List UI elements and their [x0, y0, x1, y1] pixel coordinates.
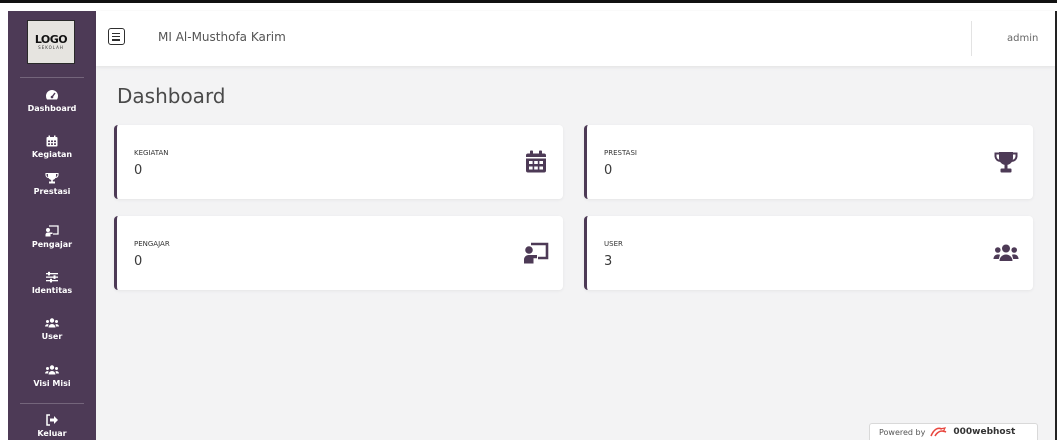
- sidebar-item-user[interactable]: User: [8, 317, 96, 353]
- stat-card-user: USER 3: [584, 216, 1033, 290]
- sidebar-item-label: Dashboard: [27, 104, 77, 113]
- powered-by-brand: 000webhost: [953, 427, 1016, 437]
- page-title: Dashboard: [117, 84, 226, 108]
- sidebar-item-dashboard[interactable]: Dashboard: [8, 89, 96, 125]
- card-value: 3: [604, 254, 613, 269]
- trophy-icon: [45, 172, 59, 184]
- users-icon: [45, 365, 59, 375]
- powered-by-badge[interactable]: Powered by 000webhost: [869, 423, 1038, 440]
- webhost-logo-icon: [930, 427, 947, 437]
- sidebar-item-kegiatan[interactable]: Kegiatan: [8, 135, 96, 171]
- sidebar-item-label: Visi Misi: [33, 379, 71, 388]
- sidebar-item-label: Pengajar: [31, 240, 73, 249]
- sliders-icon: [46, 271, 58, 283]
- sidebar-item-label: User: [41, 332, 63, 341]
- trophy-icon: [994, 152, 1018, 173]
- sign-out-icon: [46, 414, 58, 426]
- sidebar-item-prestasi[interactable]: Prestasi: [8, 172, 96, 208]
- logo-subtext: SEKOLAH: [38, 44, 64, 50]
- users-icon: [45, 318, 59, 328]
- card-label: KEGIATAN: [134, 149, 169, 157]
- card-value: 0: [604, 163, 613, 178]
- sidebar-item-identitas[interactable]: Identitas: [8, 271, 96, 307]
- chalkboard-teacher-icon: [524, 242, 549, 264]
- site-title: MI Al-Musthofa Karim: [158, 30, 286, 44]
- topbar-divider: [971, 21, 972, 56]
- sidebar-item-label: Keluar: [37, 429, 67, 438]
- sidebar-toggle-button[interactable]: [108, 28, 125, 45]
- main-content: Dashboard KEGIATAN 0 PRESTASI 0 PENGAJAR…: [96, 66, 1055, 440]
- stat-card-prestasi: PRESTASI 0: [584, 125, 1033, 199]
- sidebar-divider: [20, 77, 84, 78]
- sidebar-item-visi-misi[interactable]: Visi Misi: [8, 364, 96, 400]
- card-value: 0: [134, 163, 143, 178]
- calendar-icon: [526, 150, 546, 173]
- top-frame-line: [0, 0, 1057, 3]
- card-label: USER: [604, 240, 623, 248]
- logo[interactable]: LOGO SEKOLAH: [27, 20, 75, 64]
- sidebar-item-label: Identitas: [31, 286, 73, 295]
- sidebar: LOGO SEKOLAH Dashboard Kegiatan Prestasi…: [8, 11, 96, 440]
- sidebar-item-pengajar[interactable]: Pengajar: [8, 225, 96, 261]
- stat-card-kegiatan: KEGIATAN 0: [114, 125, 563, 199]
- card-label: PENGAJAR: [134, 240, 170, 248]
- calendar-icon: [46, 135, 58, 147]
- chalkboard-teacher-icon: [45, 225, 59, 237]
- powered-by-text: Powered by: [879, 427, 926, 437]
- sidebar-divider: [20, 403, 84, 404]
- logo-text: LOGO: [34, 32, 68, 46]
- sidebar-item-label: Kegiatan: [31, 150, 73, 159]
- users-icon: [993, 244, 1019, 261]
- stat-card-pengajar: PENGAJAR 0: [114, 216, 563, 290]
- sidebar-item-keluar[interactable]: Keluar: [8, 414, 96, 440]
- card-label: PRESTASI: [604, 149, 637, 157]
- tachometer-icon: [45, 90, 59, 100]
- user-menu[interactable]: admin: [1007, 33, 1038, 44]
- sidebar-item-label: Prestasi: [33, 187, 71, 196]
- card-value: 0: [134, 254, 143, 269]
- topbar: MI Al-Musthofa Karim admin: [96, 11, 1055, 66]
